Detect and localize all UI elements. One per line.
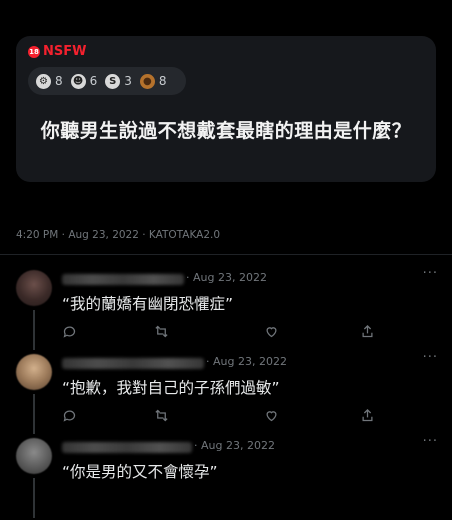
reaction-cool[interactable]: ☻ 6 bbox=[70, 73, 98, 89]
username-blurred[interactable] bbox=[62, 442, 192, 453]
thread-line bbox=[33, 394, 35, 434]
swirl-icon: S bbox=[105, 73, 121, 89]
reply-text: “抱歉，我對自己的子孫們過敏” bbox=[62, 379, 280, 397]
tag-label: NSFW bbox=[43, 44, 87, 59]
reply-date: · Aug 23, 2022 bbox=[206, 355, 287, 368]
reactions-bar[interactable]: ⚙ 8 ☻ 6 S 3 ● 8 bbox=[28, 67, 186, 95]
reaction-swirl[interactable]: S 3 bbox=[105, 73, 132, 89]
age-18-icon: 18 bbox=[28, 45, 40, 58]
grimace-icon: ⚙ bbox=[36, 73, 51, 89]
reply-item[interactable]: · Aug 23, 2022 ··· “抱歉，我對自己的子孫們過敏” bbox=[0, 346, 452, 434]
reply-item[interactable]: · Aug 23, 2022 ··· “我的蘭嬌有幽閉恐懼症” bbox=[0, 262, 452, 350]
reaction-poop[interactable]: ● 8 bbox=[139, 73, 167, 89]
reaction-grimace[interactable]: ⚙ 8 bbox=[36, 73, 63, 89]
avatar[interactable] bbox=[16, 270, 52, 306]
reply-actions bbox=[62, 324, 382, 340]
share-icon[interactable] bbox=[360, 408, 376, 424]
reply-text: “我的蘭嬌有幽閉恐懼症” bbox=[62, 295, 234, 313]
post-title: 你聽男生說過不想戴套最瞎的理由是什麼？ bbox=[40, 120, 412, 142]
reply-date: · Aug 23, 2022 bbox=[186, 271, 267, 284]
avatar[interactable] bbox=[16, 438, 52, 474]
divider bbox=[0, 254, 452, 255]
reaction-count: 6 bbox=[89, 74, 98, 88]
share-icon[interactable] bbox=[360, 324, 376, 340]
like-icon[interactable] bbox=[264, 324, 280, 340]
comment-icon[interactable] bbox=[62, 324, 78, 340]
comment-icon[interactable] bbox=[62, 408, 78, 424]
reaction-count: 3 bbox=[124, 74, 132, 88]
reply-actions bbox=[62, 408, 382, 424]
retweet-icon[interactable] bbox=[154, 408, 170, 424]
reply-date: · Aug 23, 2022 bbox=[194, 439, 275, 452]
reaction-count: 8 bbox=[158, 74, 167, 88]
reply-item[interactable]: · Aug 23, 2022 ··· “你是男的又不會懷孕” bbox=[0, 430, 452, 518]
cool-icon: ☻ bbox=[70, 73, 86, 89]
reply-text: “你是男的又不會懷孕” bbox=[62, 463, 218, 481]
nsfw-tag: 18 NSFW bbox=[28, 44, 86, 59]
thread-line bbox=[33, 478, 35, 518]
tweet-meta: 4:20 PM · Aug 23, 2022 · KATOTAKA2.0 bbox=[16, 229, 221, 241]
more-options-button[interactable]: ··· bbox=[423, 434, 438, 449]
more-options-button[interactable]: ··· bbox=[423, 266, 438, 281]
retweet-icon[interactable] bbox=[154, 324, 170, 340]
post-card[interactable]: 18 NSFW ⚙ 8 ☻ 6 S 3 ● 8 你聽男生說過不想戴套最瞎的理由是… bbox=[16, 36, 436, 182]
username-blurred[interactable] bbox=[62, 358, 204, 369]
username-blurred[interactable] bbox=[62, 274, 184, 285]
avatar[interactable] bbox=[16, 354, 52, 390]
more-options-button[interactable]: ··· bbox=[423, 350, 438, 365]
thread-line bbox=[33, 310, 35, 350]
poop-icon: ● bbox=[139, 73, 155, 89]
reaction-count: 8 bbox=[55, 74, 63, 88]
like-icon[interactable] bbox=[264, 408, 280, 424]
